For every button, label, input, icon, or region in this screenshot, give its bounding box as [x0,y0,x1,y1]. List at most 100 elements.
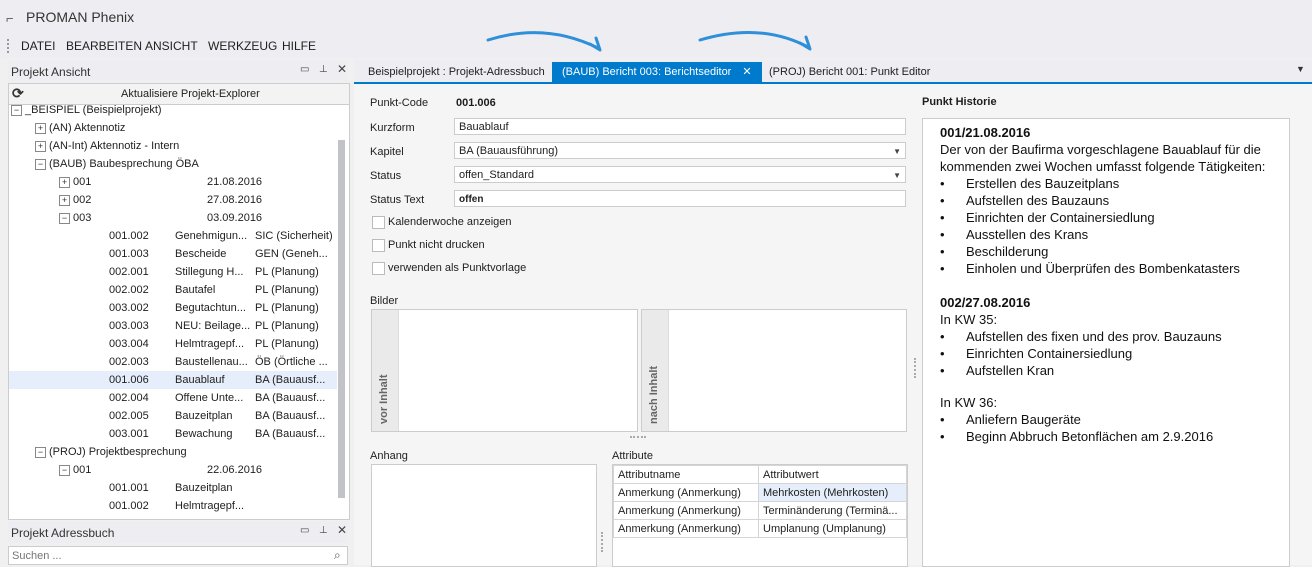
tree-item[interactable]: 001.002 Genehmigun... SIC (Sicherheit) [9,227,337,245]
nicht-drucken-label[interactable]: Punkt nicht drucken [388,239,485,251]
bilder-vor-inhalt[interactable]: vor Inhalt [371,309,638,432]
collapse-icon[interactable]: − [59,465,70,476]
vorlage-label[interactable]: verwenden als Punktvorlage [388,262,526,274]
menu-ansicht[interactable]: ANSICHT [145,39,198,53]
window-title: PROMAN Phenix [26,9,135,25]
tree-item[interactable]: 003.004 Helmtragepf... PL (Planung) [9,335,337,353]
project-tree[interactable]: − _BEISPIEL (Beispielprojekt) + (AN) Aktenn… [8,104,350,520]
kurzform-input[interactable]: Bauablauf [454,118,906,135]
tree-item[interactable]: 001.002 Helmtragepf... [9,497,337,515]
pin-icon[interactable]: ⊥ [319,64,328,75]
chevron-down-icon[interactable]: ▼ [893,167,901,184]
expand-icon[interactable]: + [59,177,70,188]
tree-item[interactable]: 001.006 Bauablauf BA (Bauausf... [9,371,337,389]
expand-icon[interactable]: + [35,123,46,134]
history-bullet-text: Ausstellen des Krans [966,227,1089,242]
collapse-icon[interactable]: − [11,105,22,116]
collapse-icon[interactable]: − [59,213,70,224]
tab-overflow-chevron-icon[interactable]: ▼ [1296,64,1305,74]
attribute-value-cell[interactable]: Mehrkosten (Mehrkosten) [758,483,907,502]
tree-item-label: 003 [73,212,92,224]
window-restore-icon[interactable]: ▭ [300,64,309,75]
tree-item[interactable]: −003 03.09.2016 [9,209,337,227]
column-header[interactable]: Attributwert [758,465,907,484]
tree-item[interactable]: +001 21.08.2016 [9,173,337,191]
refresh-bar[interactable]: ⟳ Aktualisiere Projekt-Explorer [8,83,350,104]
pin-icon[interactable]: ⊥ [319,525,328,536]
refresh-icon[interactable]: ⟳ [12,85,24,102]
tree-item-detail: NEU: Beilage... [175,320,251,332]
attribute-row[interactable]: Anmerkung (Anmerkung) Umplanung (Umplanun… [613,519,907,538]
tree-item[interactable]: 002.002 Bautafel PL (Planung) [9,281,337,299]
window-restore-icon[interactable]: ▭ [300,525,309,536]
search-icon[interactable]: ⌕ [334,548,341,563]
tree-item-category: PL (Planung) [255,320,319,332]
close-icon[interactable]: ✕ [337,62,347,76]
status-select[interactable]: offen_Standard ▼ [454,166,906,183]
tab-punkt-editor[interactable]: (PROJ) Bericht 001: Punkt Editor [759,62,940,82]
tree-item[interactable]: +002 27.08.2016 [9,191,337,209]
kalenderwoche-label[interactable]: Kalenderwoche anzeigen [388,216,512,228]
tree-item-detail: Bauzeitplan [175,410,233,422]
tree-item[interactable]: − (PROJ) Projektbesprechung [9,443,337,461]
tree-item[interactable]: 003.001 Bewachung BA (Bauausf... [9,425,337,443]
column-header[interactable]: Attributname [613,465,759,484]
tree-item[interactable]: 001.003 Bescheide GEN (Geneh... [9,245,337,263]
tree-item[interactable]: 002.005 Bauzeitplan BA (Bauausf... [9,407,337,425]
tree-scrollbar[interactable] [338,140,345,498]
address-search-box[interactable]: ⌕ [8,546,348,565]
splitter-grip-icon[interactable] [601,532,607,552]
attribute-name-cell[interactable]: Anmerkung (Anmerkung) [613,483,759,502]
nach-inhalt-strip: nach Inhalt [642,310,669,431]
tab-close-icon[interactable]: ✕ [742,66,751,78]
tree-item[interactable]: + (AN) Aktennotiz [9,119,337,137]
attribute-value-cell[interactable]: Terminänderung (Terminä... [758,501,907,520]
attribute-row[interactable]: Anmerkung (Anmerkung) Mehrkosten (Mehrkos… [613,483,907,502]
attribute-grid[interactable]: Attributname Attributwert Anmerkung (Anm… [612,464,908,567]
anhang-box[interactable] [371,464,597,567]
menu-grip-icon [7,39,12,53]
tree-item-category: ÖB (Örtliche ... [255,356,328,368]
attribute-name-cell[interactable]: Anmerkung (Anmerkung) [613,519,759,538]
tree-item-detail: 22.06.2016 [207,464,263,476]
tree-item[interactable]: 001.001 Bauzeitplan [9,479,337,497]
tree-item[interactable]: − _BEISPIEL (Beispielprojekt) [9,105,337,119]
history-bullet-text: Einrichten der Containersiedlung [966,210,1155,225]
kalenderwoche-checkbox[interactable] [372,216,385,229]
attribute-name-cell[interactable]: Anmerkung (Anmerkung) [613,501,759,520]
tree-item[interactable]: 002.003 Baustellenau... ÖB (Örtliche ... [9,353,337,371]
menu-bearbeiten[interactable]: BEARBEITEN [66,39,142,53]
bilder-nach-inhalt[interactable]: nach Inhalt [641,309,907,432]
status-text-input[interactable]: offen [454,190,906,207]
vorlage-checkbox[interactable] [372,262,385,275]
tree-item[interactable]: 002.004 Offene Unte... BA (Bauausf... [9,389,337,407]
attribute-value-cell[interactable]: Umplanung (Umplanung) [758,519,907,538]
close-icon[interactable]: ✕ [337,523,347,537]
attribute-table[interactable]: Attributname Attributwert Anmerkung (Anm… [613,465,907,538]
kapitel-select[interactable]: BA (Bauausführung) ▼ [454,142,906,159]
tree-item[interactable]: −001 22.06.2016 [9,461,337,479]
menu-werkzeug[interactable]: WERKZEUG [208,39,277,53]
tree-item[interactable]: 003.003 NEU: Beilage... PL (Planung) [9,317,337,335]
menu-hilfe[interactable]: HILFE [282,39,316,53]
chevron-down-icon[interactable]: ▼ [893,143,901,160]
nicht-drucken-checkbox[interactable] [372,239,385,252]
collapse-icon[interactable]: − [35,447,46,458]
tree-item[interactable]: − (BAUB) Baubesprechung ÖBA [9,155,337,173]
refresh-label[interactable]: Aktualisiere Projekt-Explorer [121,88,260,100]
splitter-grip-icon[interactable] [630,436,646,442]
tab-berichtseditor[interactable]: (BAUB) Bericht 003: Berichtseditor ✕ [552,62,762,82]
attribute-row[interactable]: Anmerkung (Anmerkung) Terminänderung (Ter… [613,501,907,520]
tree-item[interactable]: + (AN-Int) Aktennotiz - Intern [9,137,337,155]
history-bullet-text: Aufstellen des Bauzauns [966,193,1110,208]
expand-icon[interactable]: + [35,141,46,152]
tree-item[interactable]: 002.001 Stillegung H... PL (Planung) [9,263,337,281]
collapse-icon[interactable]: − [35,159,46,170]
tree-item-label: 003.001 [109,428,149,440]
tab-project-adressbuch[interactable]: Beispielprojekt : Projekt-Adressbuch [358,62,555,82]
address-search-input[interactable] [12,548,322,563]
splitter-grip-icon[interactable] [914,358,920,378]
menu-datei[interactable]: DATEI [21,39,55,53]
expand-icon[interactable]: + [59,195,70,206]
tree-item[interactable]: 003.002 Begutachtun... PL (Planung) [9,299,337,317]
